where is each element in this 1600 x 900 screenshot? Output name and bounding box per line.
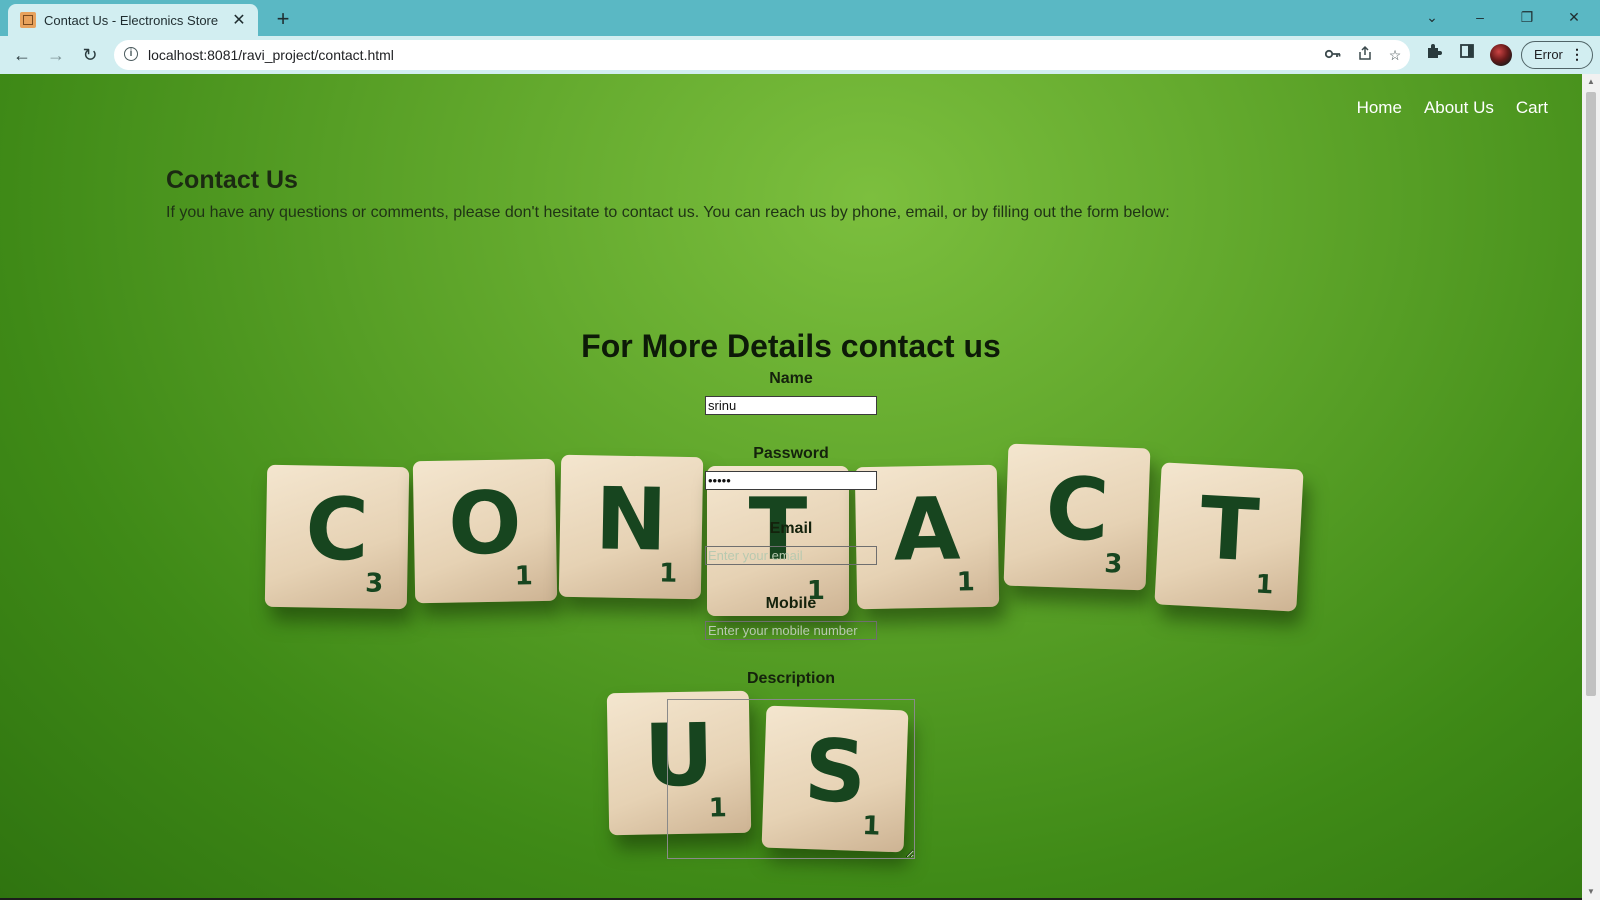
minimize-button[interactable]: – <box>1460 2 1500 32</box>
nav-link-cart[interactable]: Cart <box>1516 98 1548 118</box>
scroll-down-arrow-icon[interactable]: ▼ <box>1582 884 1600 900</box>
password-input[interactable] <box>705 471 877 490</box>
bg-tile: C 3 <box>1003 443 1151 591</box>
side-panel-icon[interactable] <box>1454 42 1480 68</box>
mobile-label: Mobile <box>765 595 817 612</box>
contact-heading: Contact Us <box>166 166 298 194</box>
tab-search-icon[interactable]: ⌄ <box>1412 2 1452 32</box>
close-window-button[interactable]: ✕ <box>1554 2 1594 32</box>
favicon-icon <box>20 12 36 28</box>
url-text[interactable]: localhost:8081/ravi_project/contact.html <box>148 47 394 63</box>
nav-link-about-us[interactable]: About Us <box>1424 98 1494 118</box>
tile-score: 1 <box>658 558 678 589</box>
contact-intro-text: If you have any questions or comments, p… <box>166 204 1170 221</box>
share-icon[interactable] <box>1354 45 1376 65</box>
site-info-icon[interactable]: i <box>124 47 138 61</box>
scroll-thumb[interactable] <box>1586 92 1596 696</box>
mobile-input[interactable] <box>705 621 877 640</box>
forward-button[interactable]: → <box>42 41 70 69</box>
browser-chrome: Contact Us - Electronics Store ✕ + ⌄ – ❐… <box>0 0 1600 74</box>
browser-toolbar: ← → ↻ i localhost:8081/ravi_project/cont… <box>0 36 1600 74</box>
tile-score: 3 <box>1103 548 1123 580</box>
scroll-up-arrow-icon[interactable]: ▲ <box>1582 74 1600 90</box>
name-input[interactable] <box>705 396 877 415</box>
tile-letter: C <box>1043 458 1111 562</box>
description-label: Description <box>746 670 835 687</box>
page-viewport: C 3 O 1 N 1 T 1 A 1 C 3 T 1 U 1 S 1 Home… <box>0 74 1582 900</box>
address-bar[interactable]: i localhost:8081/ravi_project/contact.ht… <box>114 40 1410 70</box>
menu-kebab-icon[interactable]: ⋮ <box>1570 42 1584 67</box>
tab-strip: Contact Us - Electronics Store ✕ + ⌄ – ❐… <box>0 0 1600 36</box>
bookmark-star-icon[interactable]: ☆ <box>1384 45 1406 65</box>
browser-tab-active[interactable]: Contact Us - Electronics Store ✕ <box>8 4 258 36</box>
description-textarea[interactable] <box>667 699 915 859</box>
new-tab-button[interactable]: + <box>270 6 296 32</box>
restore-button[interactable]: ❐ <box>1507 2 1547 32</box>
key-icon[interactable] <box>1322 45 1344 65</box>
page-scrollbar[interactable]: ▲ ▼ <box>1582 74 1600 900</box>
extensions-icon[interactable] <box>1421 42 1447 68</box>
profile-status-label: Error <box>1534 47 1563 62</box>
email-label: Email <box>769 520 813 537</box>
back-button[interactable]: ← <box>8 41 36 69</box>
tab-close-icon[interactable]: ✕ <box>230 10 248 30</box>
reload-button[interactable]: ↻ <box>76 41 104 69</box>
nav-link-home[interactable]: Home <box>1357 98 1402 118</box>
form-title: For More Details contact us <box>581 328 1001 364</box>
name-label: Name <box>769 370 813 387</box>
email-input[interactable] <box>705 546 877 565</box>
tile-score: 1 <box>956 567 976 598</box>
password-label: Password <box>753 445 829 462</box>
tab-title: Contact Us - Electronics Store <box>44 12 219 28</box>
tile-score: 1 <box>514 561 534 592</box>
profile-error-button[interactable]: Error ⋮ <box>1521 41 1593 69</box>
profile-avatar[interactable] <box>1490 44 1512 66</box>
site-nav: Home About Us Cart <box>1357 98 1548 118</box>
